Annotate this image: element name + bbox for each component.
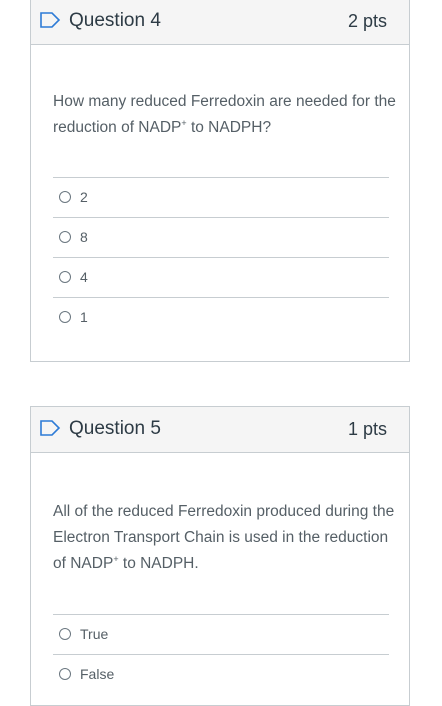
question-points: 1 pts — [347, 419, 387, 439]
answer-label: 4 — [80, 269, 88, 285]
question-title: Question 4 — [69, 10, 161, 31]
question-header: Question 4 2 pts — [31, 0, 409, 45]
radio-button[interactable] — [59, 628, 71, 640]
answer-option[interactable]: True — [53, 614, 389, 654]
question-5-card: Question 5 1 pts All of the reduced Ferr… — [30, 406, 410, 706]
answer-label: True — [80, 626, 109, 642]
question-4-card: Question 4 2 pts How many reduced Ferred… — [30, 0, 410, 362]
answer-label: 8 — [80, 229, 88, 245]
answer-option[interactable]: 1 — [53, 297, 389, 337]
radio-button[interactable] — [59, 271, 71, 283]
flag-question-icon[interactable] — [39, 11, 61, 29]
answer-option[interactable]: False — [53, 654, 389, 694]
answer-list: True False — [53, 614, 389, 694]
flag-question-icon[interactable] — [39, 419, 61, 437]
radio-button[interactable] — [59, 191, 71, 203]
question-points: 2 pts — [347, 11, 387, 31]
answer-option[interactable]: 4 — [53, 257, 389, 297]
radio-button[interactable] — [59, 311, 71, 323]
answer-label: 2 — [80, 189, 88, 205]
question-text: All of the reduced Ferredoxin produced d… — [53, 503, 395, 572]
answer-list: 2 8 4 1 — [53, 177, 389, 337]
answer-label: False — [80, 666, 115, 682]
answer-label: 1 — [80, 309, 88, 325]
question-title: Question 5 — [69, 418, 161, 439]
answer-option[interactable]: 8 — [53, 217, 389, 257]
question-text: How many reduced Ferredoxin are needed f… — [53, 93, 396, 136]
radio-button[interactable] — [59, 231, 71, 243]
question-header: Question 5 1 pts — [31, 407, 409, 453]
radio-button[interactable] — [59, 668, 71, 680]
answer-option[interactable]: 2 — [53, 177, 389, 217]
